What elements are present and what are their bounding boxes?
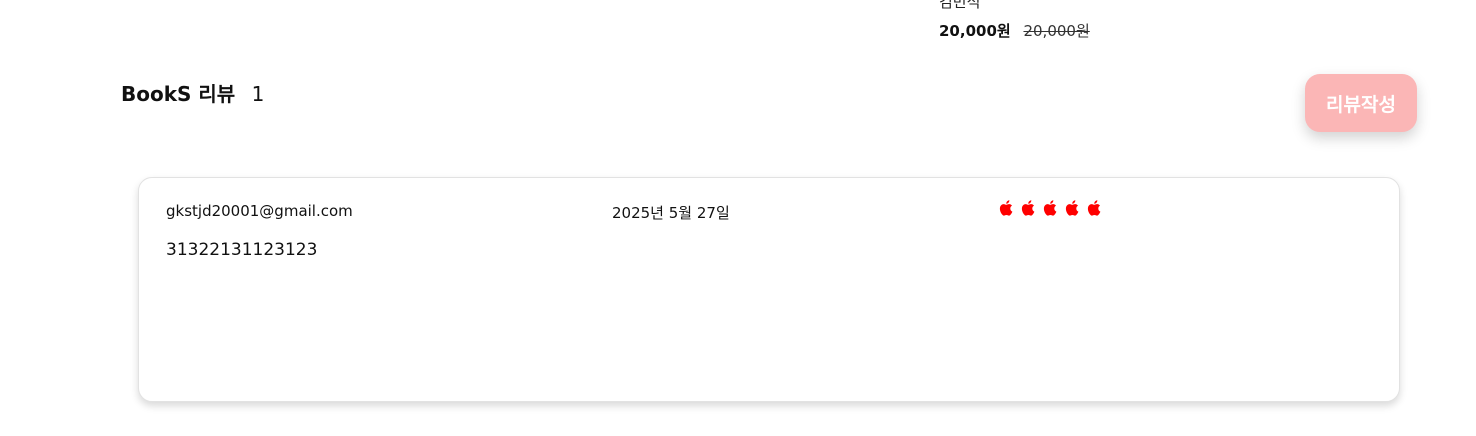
review-card: gkstjd20001@gmail.com 2025년 5월 27일 31322… [138, 177, 1400, 402]
original-price: 20,000원 [1023, 22, 1090, 40]
review-author-email: gkstjd20001@gmail.com [166, 202, 353, 220]
review-rating [998, 199, 1104, 217]
review-content: 31322131123123 [166, 240, 318, 260]
apple-icon [1021, 200, 1035, 216]
write-review-button[interactable]: 리뷰작성 [1305, 74, 1417, 132]
sale-price: 20,000원 [939, 22, 1011, 40]
review-count: 1 [251, 82, 265, 106]
product-author: 김민석 [939, 0, 981, 11]
review-section-title: BookS 리뷰 [121, 82, 236, 106]
apple-icon [1043, 200, 1057, 216]
review-section-header: BookS 리뷰 1 [121, 78, 264, 107]
price-row: 20,000원 20,000원 [939, 20, 1090, 41]
page: 김민석 20,000원 20,000원 BookS 리뷰 1 리뷰작성 gkst… [0, 0, 1476, 436]
apple-icon [999, 200, 1013, 216]
review-date: 2025년 5월 27일 [612, 204, 730, 222]
apple-icon [1087, 200, 1101, 216]
apple-icon [1065, 200, 1079, 216]
